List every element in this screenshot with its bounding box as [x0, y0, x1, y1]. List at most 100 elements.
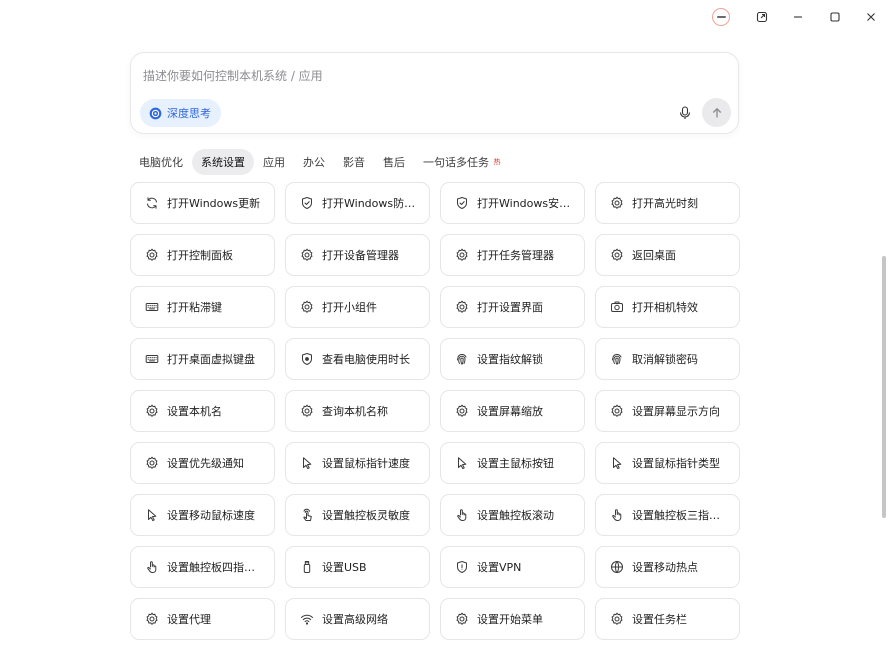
gear-icon [455, 612, 469, 626]
hand-touch-icon [610, 508, 624, 522]
action-card-label: 设置鼠标指针速度 [322, 457, 410, 470]
gear-icon [300, 248, 314, 262]
action-card[interactable]: 设置VPN [440, 546, 585, 588]
scrollbar[interactable] [881, 40, 887, 648]
tab-label: 电脑优化 [139, 156, 183, 169]
action-card[interactable]: 打开控制面板 [130, 234, 275, 276]
action-card-label: 查询本机名称 [322, 405, 388, 418]
action-card[interactable]: 打开相机特效 [595, 286, 740, 328]
action-card[interactable]: 设置任务栏 [595, 598, 740, 640]
action-card-label: 设置VPN [477, 561, 522, 574]
action-card-label: 查看电脑使用时长 [322, 353, 410, 366]
tab-1[interactable]: 系统设置 [192, 149, 254, 175]
action-card-label: 返回桌面 [632, 249, 676, 262]
tab-0[interactable]: 电脑优化 [130, 149, 192, 175]
action-card[interactable]: 打开Windows更新 [130, 182, 275, 224]
action-card[interactable]: 设置优先级通知 [130, 442, 275, 484]
action-card[interactable]: 设置代理 [130, 598, 275, 640]
send-button[interactable] [702, 98, 731, 127]
action-card[interactable]: 设置移动鼠标速度 [130, 494, 275, 536]
action-card[interactable]: 打开设置界面 [440, 286, 585, 328]
action-card[interactable]: 设置主鼠标按钮 [440, 442, 585, 484]
deep-think-toggle[interactable]: 深度思考 [140, 99, 221, 127]
action-card[interactable]: 查询本机名称 [285, 390, 430, 432]
action-card-label: 设置移动热点 [632, 561, 698, 574]
action-card[interactable]: 打开高光时刻 [595, 182, 740, 224]
action-card[interactable]: 打开设备管理器 [285, 234, 430, 276]
action-card-label: 设置高级网络 [322, 613, 388, 626]
touch-sensitivity-icon [300, 508, 314, 522]
cursor-icon [610, 456, 624, 470]
tab-label: 售后 [383, 156, 405, 169]
prompt-card: 深度思考 [130, 52, 739, 134]
action-card[interactable]: 打开任务管理器 [440, 234, 585, 276]
maximize-icon[interactable] [826, 8, 844, 26]
action-card[interactable]: 打开粘滞键 [130, 286, 275, 328]
action-card[interactable]: 设置移动热点 [595, 546, 740, 588]
action-card[interactable]: 设置本机名 [130, 390, 275, 432]
action-card[interactable]: 设置开始菜单 [440, 598, 585, 640]
gear-icon [300, 300, 314, 314]
shield-check-icon [300, 196, 314, 210]
gear-icon [455, 404, 469, 418]
prompt-input[interactable] [143, 67, 703, 85]
action-card[interactable]: 设置高级网络 [285, 598, 430, 640]
action-card[interactable]: 打开桌面虚拟键盘 [130, 338, 275, 380]
action-card-label: 打开设置界面 [477, 301, 543, 314]
action-card[interactable]: 设置触控板灵敏度 [285, 494, 430, 536]
action-card[interactable]: 设置触控板三指… [595, 494, 740, 536]
gear-icon [455, 248, 469, 262]
action-card[interactable]: 设置屏幕缩放 [440, 390, 585, 432]
tab-2[interactable]: 应用 [254, 149, 294, 175]
action-card[interactable]: 设置屏幕显示方向 [595, 390, 740, 432]
action-card-label: 设置主鼠标按钮 [477, 457, 554, 470]
action-card[interactable]: 设置鼠标指针类型 [595, 442, 740, 484]
tab-4[interactable]: 影音 [334, 149, 374, 175]
tab-6[interactable]: 一句话多任务热 [414, 149, 511, 175]
minimize-icon[interactable] [789, 8, 807, 26]
action-card-label: 打开相机特效 [632, 301, 698, 314]
keyboard-icon [145, 352, 159, 366]
action-card[interactable]: 设置触控板滚动 [440, 494, 585, 536]
actions-grid: 打开回收站打开剪切板打开独显模式打开双显模式打开Windows更新打开Windo… [130, 175, 740, 640]
action-card-label: 设置触控板四指… [167, 561, 255, 574]
action-card-label: 打开高光时刻 [632, 197, 698, 210]
gear-icon [455, 300, 469, 314]
action-card-label: 设置触控板灵敏度 [322, 509, 410, 522]
tab-3[interactable]: 办公 [294, 149, 334, 175]
gear-icon [145, 404, 159, 418]
cursor-icon [455, 456, 469, 470]
scrollbar-thumb[interactable] [882, 256, 886, 518]
action-card-label: 打开Windows安… [477, 197, 571, 210]
refresh-icon [145, 196, 159, 210]
action-card[interactable]: 打开Windows防… [285, 182, 430, 224]
action-card[interactable]: 取消解锁密码 [595, 338, 740, 380]
action-card[interactable]: 设置指纹解锁 [440, 338, 585, 380]
fingerprint-icon [610, 352, 624, 366]
action-card-label: 取消解锁密码 [632, 353, 698, 366]
gear-icon [610, 196, 624, 210]
action-card[interactable]: 设置触控板四指… [130, 546, 275, 588]
action-card[interactable]: 设置USB [285, 546, 430, 588]
action-card-label: 打开Windows防… [322, 197, 416, 210]
action-card-label: 打开设备管理器 [322, 249, 399, 262]
action-card-label: 设置触控板三指… [632, 509, 720, 522]
action-card[interactable]: 查看电脑使用时长 [285, 338, 430, 380]
tab-label: 系统设置 [201, 156, 245, 169]
fingerprint-icon [455, 352, 469, 366]
action-card-label: 设置优先级通知 [167, 457, 244, 470]
action-card-label: 打开小组件 [322, 301, 377, 314]
microphone-icon[interactable] [673, 101, 697, 125]
gear-icon [145, 612, 159, 626]
action-card-label: 设置本机名 [167, 405, 222, 418]
action-card[interactable]: 打开小组件 [285, 286, 430, 328]
action-card[interactable]: 设置鼠标指针速度 [285, 442, 430, 484]
user-avatar-icon[interactable] [712, 8, 730, 26]
tab-5[interactable]: 售后 [374, 149, 414, 175]
arrow-up-icon [712, 107, 721, 117]
popout-icon[interactable] [753, 8, 771, 26]
action-card[interactable]: 返回桌面 [595, 234, 740, 276]
close-icon[interactable] [862, 8, 880, 26]
action-card-label: 打开Windows更新 [167, 197, 261, 210]
action-card[interactable]: 打开Windows安… [440, 182, 585, 224]
